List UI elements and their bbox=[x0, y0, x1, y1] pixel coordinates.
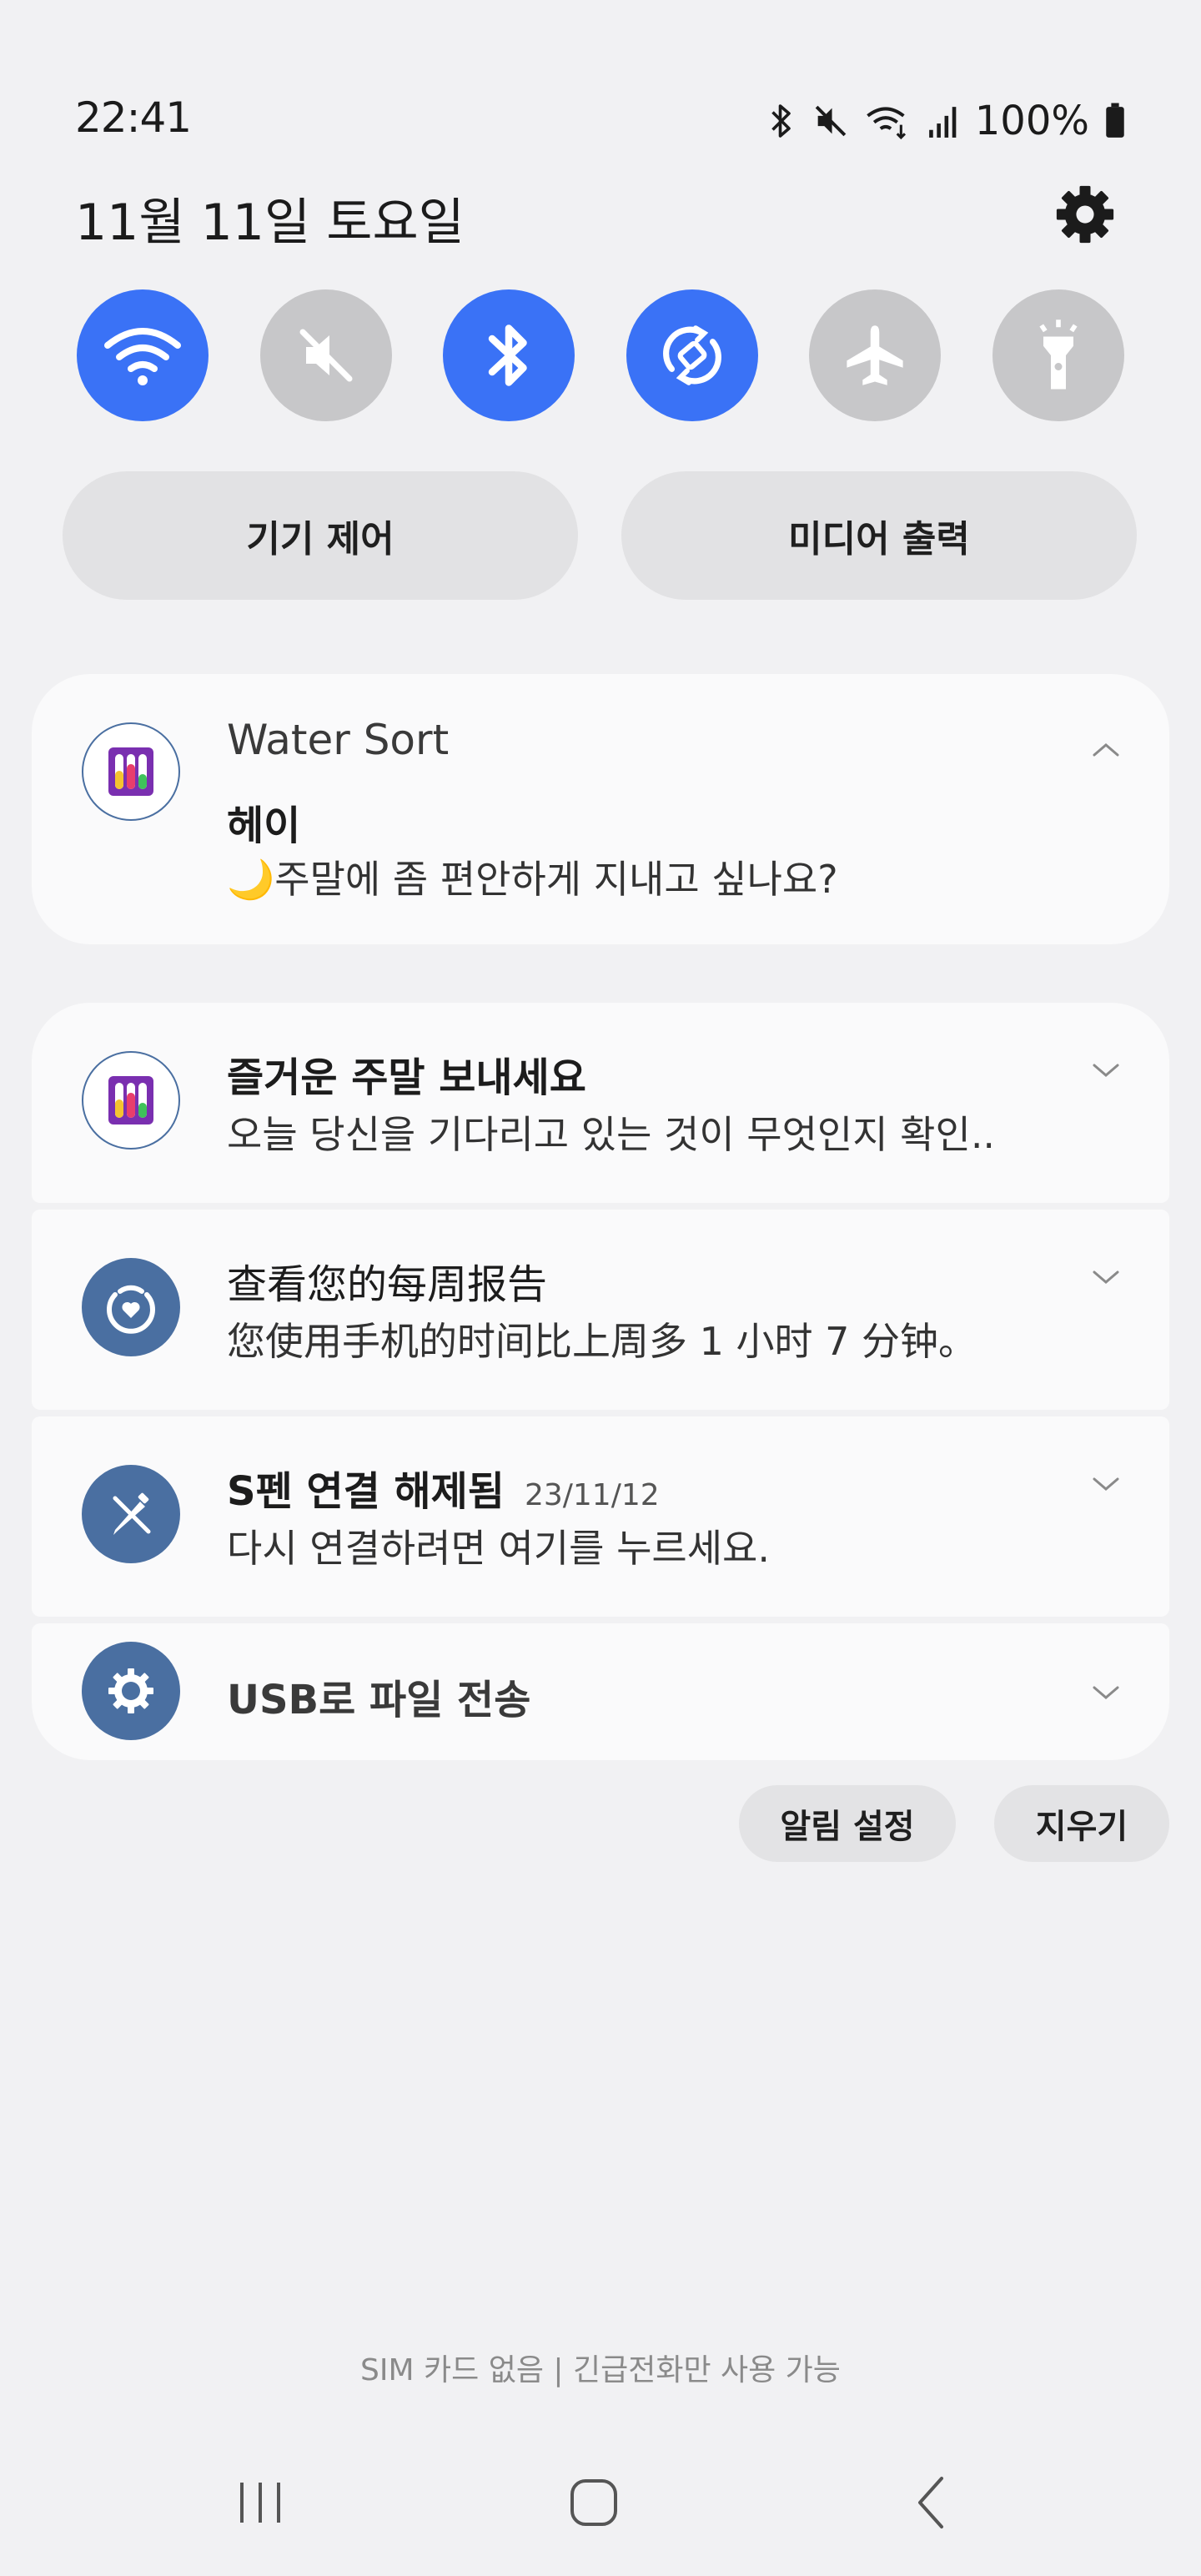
notification-app-name: Water Sort bbox=[227, 716, 450, 764]
notification-title: 헤이 bbox=[227, 802, 301, 849]
status-icons: 100% bbox=[766, 93, 1126, 148]
notification-spen[interactable]: S펜 연결 해제됨 23/11/12 다시 연결하려면 여기를 누르세요. bbox=[32, 1416, 1169, 1617]
media-output-button[interactable]: 미디어 출력 bbox=[621, 471, 1137, 600]
usb-settings-icon bbox=[82, 1642, 180, 1740]
device-control-button[interactable]: 기기 제어 bbox=[63, 471, 578, 600]
notification-title: S펜 연결 해제됨 bbox=[227, 1468, 505, 1515]
notification-weekly-report[interactable]: 查看您的每周报告 您使用手机的时间比上周多 1 小时 7 分钟。 bbox=[32, 1210, 1169, 1410]
clear-all-button[interactable]: 지우기 bbox=[994, 1785, 1169, 1862]
collapse-chevron-up-icon[interactable] bbox=[1081, 732, 1131, 766]
wifi-toggle[interactable] bbox=[77, 289, 209, 421]
flashlight-toggle[interactable] bbox=[992, 289, 1124, 421]
battery-icon bbox=[1106, 103, 1124, 138]
notification-weekend[interactable]: 즐거운 주말 보내세요 오늘 당신을 기다리고 있는 것이 무엇인지 확인.. bbox=[32, 1003, 1169, 1203]
notification-title: 즐거운 주말 보내세요 bbox=[227, 1054, 586, 1101]
settings-gear-icon[interactable] bbox=[1053, 182, 1118, 247]
notification-water-sort[interactable]: Water Sort 헤이 🌙주말에 좀 편안하게 지내고 싶나요? bbox=[32, 674, 1169, 944]
quick-settings-row bbox=[77, 289, 1124, 421]
recent-apps-icon bbox=[240, 2483, 280, 2523]
battery-percent: 100% bbox=[974, 98, 1089, 144]
notification-body: 오늘 당신을 기다리고 있는 것이 무엇인지 확인.. bbox=[227, 1112, 996, 1157]
mute-status-icon bbox=[815, 105, 847, 137]
wifi-icon bbox=[104, 328, 181, 385]
expand-chevron-down-icon[interactable] bbox=[1081, 1260, 1131, 1293]
auto-rotate-toggle[interactable] bbox=[626, 289, 758, 421]
status-time: 22:41 bbox=[75, 93, 192, 142]
water-sort-app-icon bbox=[82, 1051, 180, 1150]
back-chevron-icon bbox=[918, 2477, 943, 2528]
notification-header: S펜 연결 해제됨 23/11/12 bbox=[227, 1458, 660, 1517]
notification-settings-button[interactable]: 알림 설정 bbox=[739, 1785, 956, 1862]
airplane-icon bbox=[847, 325, 903, 385]
notification-title: 查看您的每周报告 bbox=[227, 1261, 548, 1308]
water-sort-app-icon bbox=[82, 722, 180, 821]
expand-chevron-down-icon[interactable] bbox=[1081, 1053, 1131, 1086]
recent-apps-button[interactable] bbox=[219, 2469, 302, 2536]
home-button[interactable] bbox=[552, 2469, 636, 2536]
signal-status-icon bbox=[928, 107, 957, 138]
auto-rotate-icon bbox=[662, 325, 721, 385]
flashlight-icon bbox=[1039, 319, 1078, 390]
expand-chevron-down-icon[interactable] bbox=[1081, 1675, 1131, 1708]
airplane-mode-toggle[interactable] bbox=[809, 289, 942, 421]
expand-chevron-down-icon[interactable] bbox=[1081, 1467, 1131, 1500]
digital-wellbeing-icon bbox=[82, 1258, 180, 1356]
mute-icon bbox=[299, 329, 353, 382]
bluetooth-icon bbox=[488, 325, 527, 386]
notification-usb[interactable]: USB로 파일 전송 bbox=[32, 1623, 1169, 1760]
notification-body: 🌙주말에 좀 편안하게 지내고 싶나요? bbox=[227, 857, 838, 902]
notification-title: USB로 파일 전송 bbox=[227, 1677, 531, 1723]
bluetooth-toggle[interactable] bbox=[443, 289, 575, 421]
sim-status-text: SIM 카드 없음 | 긴급전화만 사용 가능 bbox=[360, 2353, 841, 2387]
sound-toggle[interactable] bbox=[259, 289, 392, 421]
home-icon bbox=[570, 2479, 617, 2526]
notification-date: 23/11/12 bbox=[524, 1478, 660, 1512]
spen-icon bbox=[82, 1465, 180, 1563]
back-button[interactable] bbox=[889, 2469, 972, 2536]
notification-body: 다시 연결하려면 여기를 누르세요. bbox=[227, 1526, 770, 1571]
notification-body: 您使用手机的时间比上周多 1 小时 7 分钟。 bbox=[227, 1319, 977, 1364]
date-label: 11월 11일 토요일 bbox=[75, 194, 465, 252]
wifi-status-icon bbox=[867, 107, 906, 140]
bluetooth-status-icon bbox=[771, 104, 791, 138]
